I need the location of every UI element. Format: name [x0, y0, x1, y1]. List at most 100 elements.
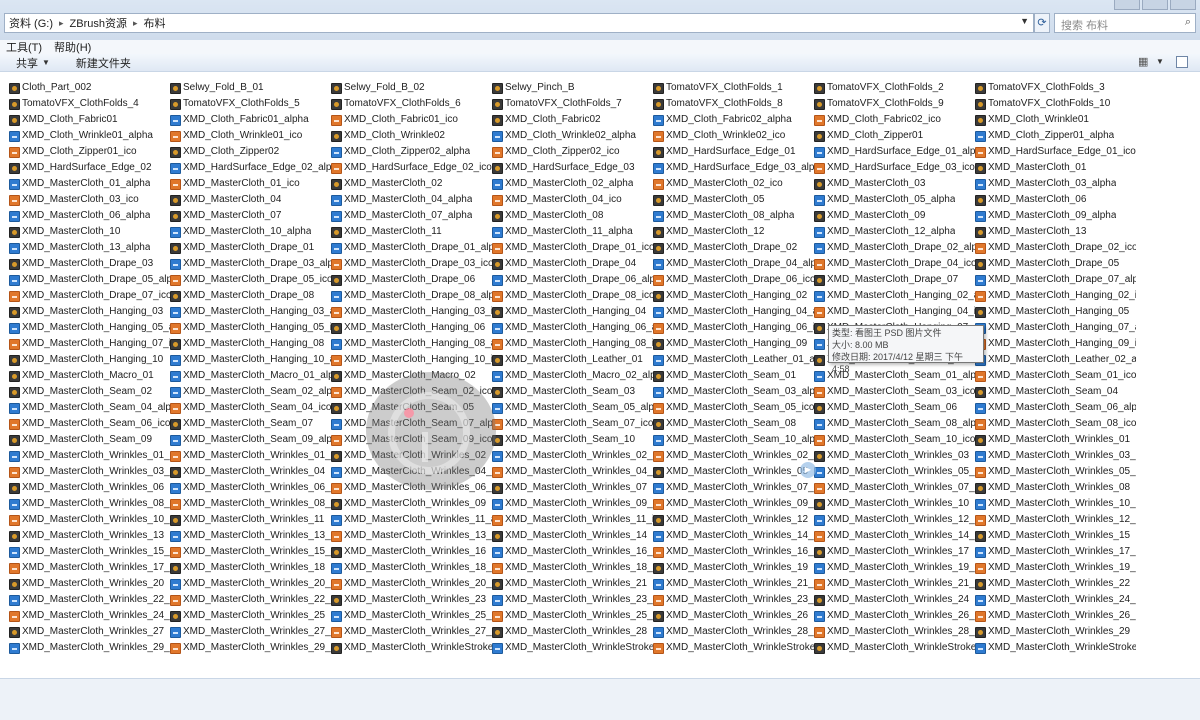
file-item[interactable]: XMD_MasterCloth_WrinkleStroke... — [653, 640, 814, 656]
file-item[interactable]: XMD_MasterCloth_Wrinkles_29_a... — [9, 640, 170, 656]
file-item[interactable]: XMD_MasterCloth_Drape_04_ico — [814, 256, 975, 272]
file-item[interactable]: XMD_MasterCloth_03_ico — [9, 192, 170, 208]
file-item[interactable]: XMD_HardSurface_Edge_03_ico — [814, 160, 975, 176]
file-item[interactable]: XMD_MasterCloth_Seam_10 — [492, 432, 653, 448]
breadcrumb-zbrush[interactable]: ZBrush资源 — [66, 15, 131, 31]
file-item[interactable]: XMD_MasterCloth_04 — [170, 192, 331, 208]
file-item[interactable]: XMD_MasterCloth_Wrinkles_21_ico — [814, 576, 975, 592]
file-item[interactable]: XMD_MasterCloth_Hanging_03 — [9, 304, 170, 320]
file-item[interactable]: XMD_MasterCloth_Wrinkles_10_ico — [9, 512, 170, 528]
file-item[interactable]: XMD_MasterCloth_Hanging_09_ico — [975, 336, 1136, 352]
file-item[interactable]: XMD_Cloth_Zipper02_alpha — [331, 144, 492, 160]
file-item[interactable]: XMD_MasterCloth_Drape_06_alpha — [492, 272, 653, 288]
file-item[interactable]: XMD_MasterCloth_Wrinkles_27 — [9, 624, 170, 640]
file-item[interactable]: XMD_MasterCloth_Wrinkles_13_ico — [331, 528, 492, 544]
file-item[interactable]: XMD_Cloth_Wrinkle01 — [975, 112, 1136, 128]
file-item[interactable]: XMD_MasterCloth_Drape_01 — [170, 240, 331, 256]
file-item[interactable]: XMD_MasterCloth_Hanging_05_ico — [170, 320, 331, 336]
file-item[interactable]: XMD_MasterCloth_01_ico — [170, 176, 331, 192]
preview-pane-icon[interactable] — [1176, 56, 1188, 68]
file-item[interactable]: XMD_MasterCloth_Wrinkles_01 — [975, 432, 1136, 448]
file-item[interactable]: XMD_MasterCloth_Wrinkles_26_ico — [975, 608, 1136, 624]
file-item[interactable]: XMD_HardSurface_Edge_02 — [9, 160, 170, 176]
menu-tools[interactable]: 工具(T) — [0, 39, 48, 55]
file-item[interactable]: XMD_Cloth_Fabric02_ico — [814, 112, 975, 128]
file-item[interactable]: XMD_MasterCloth_WrinkleStroke... — [975, 640, 1136, 656]
file-item[interactable]: XMD_MasterCloth_Seam_02_alpha — [170, 384, 331, 400]
file-item[interactable]: XMD_MasterCloth_Wrinkles_28_a... — [653, 624, 814, 640]
file-item[interactable]: XMD_MasterCloth_Wrinkles_12_a... — [814, 512, 975, 528]
file-item[interactable]: XMD_MasterCloth_Drape_02_alpha — [814, 240, 975, 256]
file-item[interactable]: XMD_MasterCloth_Seam_09 — [9, 432, 170, 448]
file-item[interactable]: XMD_HardSurface_Edge_01_ico — [975, 144, 1136, 160]
file-item[interactable]: XMD_MasterCloth_13 — [975, 224, 1136, 240]
file-item[interactable]: XMD_MasterCloth_Hanging_08_ico — [492, 336, 653, 352]
file-item[interactable]: XMD_MasterCloth_Hanging_08_al... — [331, 336, 492, 352]
file-item[interactable]: XMD_MasterCloth_Wrinkles_15 — [975, 528, 1136, 544]
minimize-button[interactable] — [1114, 0, 1140, 10]
file-item[interactable]: XMD_MasterCloth_Macro_01_alp... — [170, 368, 331, 384]
file-item[interactable]: XMD_MasterCloth_Wrinkles_21 — [492, 576, 653, 592]
file-item[interactable]: XMD_MasterCloth_Wrinkles_14_a... — [653, 528, 814, 544]
file-item[interactable]: XMD_MasterCloth_Wrinkles_10_a... — [975, 496, 1136, 512]
file-item[interactable]: XMD_MasterCloth_Wrinkles_19_a... — [814, 560, 975, 576]
file-item[interactable]: XMD_MasterCloth_Wrinkles_20_a... — [170, 576, 331, 592]
file-item[interactable]: XMD_MasterCloth_Drape_06_ico — [653, 272, 814, 288]
file-item[interactable]: XMD_MasterCloth_03 — [814, 176, 975, 192]
file-item[interactable]: XMD_MasterCloth_Wrinkles_08_ico — [170, 496, 331, 512]
file-item[interactable]: XMD_MasterCloth_Wrinkles_15_a... — [9, 544, 170, 560]
file-item[interactable]: XMD_Cloth_Wrinkle02_alpha — [492, 128, 653, 144]
file-item[interactable]: XMD_MasterCloth_04_alpha — [331, 192, 492, 208]
file-item[interactable]: TomatoVFX_ClothFolds_8 — [653, 96, 814, 112]
file-item[interactable]: XMD_MasterCloth_Hanging_10 — [9, 352, 170, 368]
file-item[interactable]: XMD_MasterCloth_Drape_06 — [331, 272, 492, 288]
file-item[interactable]: TomatoVFX_ClothFolds_1 — [653, 80, 814, 96]
file-item[interactable]: XMD_MasterCloth_Drape_03_alpha — [170, 256, 331, 272]
file-item[interactable]: XMD_MasterCloth_Wrinkles_28 — [492, 624, 653, 640]
file-item[interactable]: XMD_MasterCloth_Drape_05 — [975, 256, 1136, 272]
file-item[interactable]: XMD_MasterCloth_Wrinkles_05_ico — [975, 464, 1136, 480]
file-item[interactable]: XMD_MasterCloth_Hanging_05_al... — [9, 320, 170, 336]
file-item[interactable]: XMD_MasterCloth_Drape_05_alpha — [9, 272, 170, 288]
file-item[interactable]: XMD_MasterCloth_Hanging_04_ico — [814, 304, 975, 320]
file-item[interactable]: XMD_MasterCloth_Wrinkles_02_ico — [653, 448, 814, 464]
file-item[interactable]: XMD_MasterCloth_Wrinkles_28_ico — [814, 624, 975, 640]
file-item[interactable]: Selwy_Pinch_B — [492, 80, 653, 96]
file-item[interactable]: XMD_MasterCloth_Wrinkles_01_ico — [170, 448, 331, 464]
file-item[interactable]: XMD_MasterCloth_Wrinkles_16 — [331, 544, 492, 560]
file-item[interactable]: XMD_Cloth_Fabric02 — [492, 112, 653, 128]
file-item[interactable]: XMD_MasterCloth_Hanging_09 — [653, 336, 814, 352]
breadcrumb-drive[interactable]: 资料 (G:) — [5, 15, 57, 31]
file-item[interactable]: XMD_MasterCloth_Hanging_08 — [170, 336, 331, 352]
file-item[interactable]: XMD_MasterCloth_Wrinkles_14_ico — [814, 528, 975, 544]
file-item[interactable]: XMD_MasterCloth_Wrinkles_26_a... — [814, 608, 975, 624]
file-item[interactable]: XMD_MasterCloth_Hanging_04 — [492, 304, 653, 320]
file-item[interactable]: XMD_MasterCloth_Wrinkles_21_a... — [653, 576, 814, 592]
file-item[interactable]: XMD_MasterCloth_Wrinkles_11_ico — [492, 512, 653, 528]
file-item[interactable]: XMD_MasterCloth_Seam_06 — [814, 400, 975, 416]
file-item[interactable]: XMD_Cloth_Fabric02_alpha — [653, 112, 814, 128]
file-item[interactable]: XMD_MasterCloth_Drape_07_alpha — [975, 272, 1136, 288]
file-item[interactable]: XMD_MasterCloth_Wrinkles_25_a... — [331, 608, 492, 624]
file-item[interactable]: XMD_MasterCloth_Wrinkles_09_a... — [492, 496, 653, 512]
file-item[interactable]: TomatoVFX_ClothFolds_3 — [975, 80, 1136, 96]
file-item[interactable]: XMD_MasterCloth_Wrinkles_23_ico — [653, 592, 814, 608]
file-item[interactable]: XMD_MasterCloth_Seam_08_alpha — [814, 416, 975, 432]
file-item[interactable]: XMD_MasterCloth_Wrinkles_07 — [492, 480, 653, 496]
file-item[interactable]: XMD_MasterCloth_Seam_06_ico — [9, 416, 170, 432]
file-item[interactable]: XMD_MasterCloth_Wrinkles_04 — [170, 464, 331, 480]
file-item[interactable]: XMD_Cloth_Fabric01_alpha — [170, 112, 331, 128]
file-item[interactable]: XMD_MasterCloth_Wrinkles_22_a... — [9, 592, 170, 608]
file-item[interactable]: XMD_MasterCloth_Wrinkles_17 — [814, 544, 975, 560]
breadcrumb[interactable]: 资料 (G:) ▸ ZBrush资源 ▸ 布料 ▼ — [4, 13, 1034, 33]
file-item[interactable]: XMD_MasterCloth_Hanging_07_al... — [975, 320, 1136, 336]
file-item[interactable]: XMD_MasterCloth_Drape_01_alpha — [331, 240, 492, 256]
file-item[interactable]: XMD_MasterCloth_Wrinkles_13 — [9, 528, 170, 544]
menu-help[interactable]: 帮助(H) — [48, 39, 97, 55]
file-item[interactable]: XMD_MasterCloth_Wrinkles_04_ico — [492, 464, 653, 480]
file-item[interactable]: XMD_MasterCloth_Wrinkles_07_ico — [814, 480, 975, 496]
file-item[interactable]: XMD_MasterCloth_Drape_07_ico — [9, 288, 170, 304]
file-item[interactable]: XMD_MasterCloth_Seam_08_ico — [975, 416, 1136, 432]
file-item[interactable]: XMD_MasterCloth_Seam_04_alpha — [9, 400, 170, 416]
file-item[interactable]: XMD_MasterCloth_Seam_07_ico — [492, 416, 653, 432]
